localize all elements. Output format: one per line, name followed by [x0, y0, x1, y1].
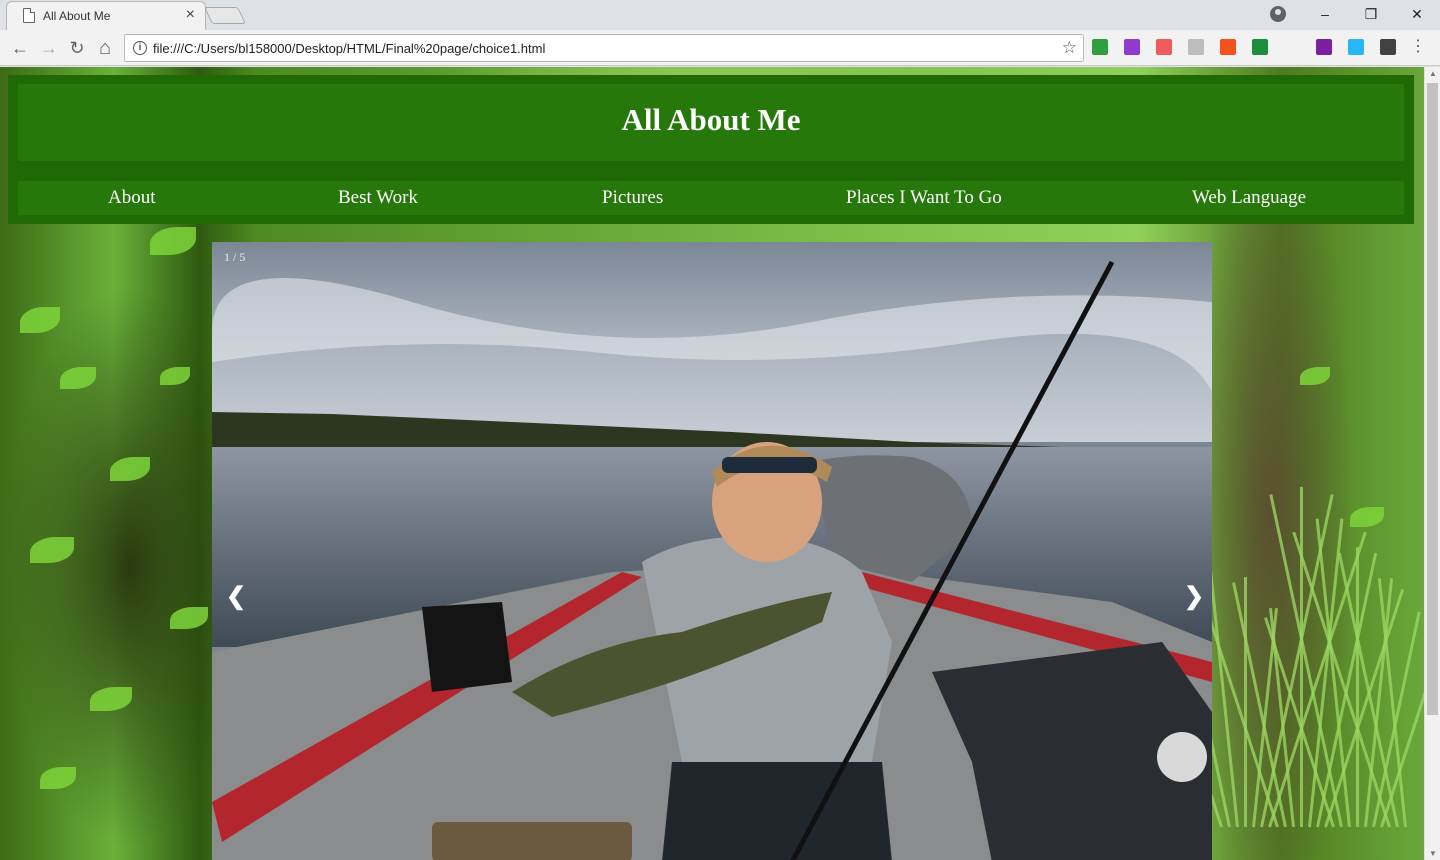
leaf-decoration	[1350, 507, 1384, 527]
slide-photo	[212, 242, 1212, 860]
extension-icon[interactable]	[1252, 39, 1268, 55]
tab-close-button[interactable]: ×	[186, 6, 195, 24]
browser-tab[interactable]: All About Me ×	[6, 1, 206, 30]
leaf-decoration	[90, 687, 132, 711]
site-nav: About Best Work Pictures Places I Want T…	[18, 181, 1404, 215]
restore-button[interactable]: ❐	[1348, 0, 1394, 28]
page-viewport: All About Me About Best Work Pictures Pl…	[0, 67, 1424, 860]
next-slide-button[interactable]: ❯	[1184, 582, 1204, 611]
grass-decoration	[1300, 487, 1303, 827]
page-icon	[23, 8, 35, 23]
info-icon[interactable]: i	[133, 41, 147, 55]
leaf-decoration	[20, 307, 60, 333]
address-bar[interactable]: i file:///C:/Users/bl158000/Desktop/HTML…	[124, 34, 1084, 62]
previous-slide-button[interactable]: ❮	[226, 582, 246, 611]
leaf-decoration	[110, 457, 150, 481]
scrollbar-thumb[interactable]	[1427, 83, 1438, 715]
leaf-decoration	[160, 367, 190, 385]
site-header: All About Me About Best Work Pictures Pl…	[8, 75, 1414, 224]
nav-about[interactable]: About	[108, 187, 156, 209]
tab-title: All About Me	[43, 9, 111, 23]
new-tab-button[interactable]	[204, 7, 246, 24]
extension-icon[interactable]	[1348, 39, 1364, 55]
browser-toolbar: ← → ↻ ⌂ i file:///C:/Users/bl158000/Desk…	[0, 30, 1440, 66]
nav-best-work[interactable]: Best Work	[338, 187, 418, 209]
leaf-decoration	[40, 767, 76, 789]
extension-icon[interactable]	[1124, 39, 1140, 55]
leaf-decoration	[60, 367, 96, 389]
page-scrollbar[interactable]: ▲ ▼	[1424, 67, 1440, 860]
extension-icon[interactable]	[1092, 39, 1108, 55]
extension-icon[interactable]	[1188, 39, 1204, 55]
browser-tabstrip: All About Me × – ❐ ✕	[0, 0, 1440, 30]
home-button[interactable]: ⌂	[93, 36, 117, 60]
minimize-button[interactable]: –	[1302, 0, 1348, 28]
leaf-decoration	[150, 227, 196, 255]
close-window-button[interactable]: ✕	[1394, 0, 1440, 28]
nav-places-i-want-to-go[interactable]: Places I Want To Go	[846, 187, 1002, 209]
extension-icon[interactable]	[1316, 39, 1332, 55]
title-bar: All About Me	[18, 84, 1404, 161]
forward-button[interactable]: →	[37, 36, 61, 60]
extension-icon[interactable]	[1156, 39, 1172, 55]
nav-pictures[interactable]: Pictures	[602, 187, 663, 209]
grass-decoration	[1356, 547, 1359, 827]
grass-decoration	[1292, 531, 1391, 828]
grass-decoration	[1244, 577, 1247, 827]
page-title: All About Me	[621, 102, 801, 137]
leaf-decoration	[1300, 367, 1330, 385]
extension-icon[interactable]	[1380, 39, 1396, 55]
extension-icon[interactable]	[1220, 39, 1236, 55]
scroll-down-icon[interactable]: ▼	[1429, 849, 1437, 858]
leaf-decoration	[170, 607, 208, 629]
bookmark-star-icon[interactable]: ☆	[1062, 38, 1077, 58]
browser-menu-icon[interactable]: ⋮	[1410, 37, 1426, 57]
back-button[interactable]: ←	[8, 36, 32, 60]
scroll-up-icon[interactable]: ▲	[1429, 69, 1437, 78]
leaf-decoration	[30, 537, 74, 563]
reload-button[interactable]: ↻	[65, 36, 89, 60]
slide-counter: 1 / 5	[224, 250, 246, 264]
slideshow: 1 / 5 ❮ ❯	[212, 242, 1212, 860]
profile-icon[interactable]	[1270, 6, 1286, 22]
nav-web-language[interactable]: Web Language	[1192, 187, 1306, 209]
url-text[interactable]: file:///C:/Users/bl158000/Desktop/HTML/F…	[153, 41, 545, 56]
